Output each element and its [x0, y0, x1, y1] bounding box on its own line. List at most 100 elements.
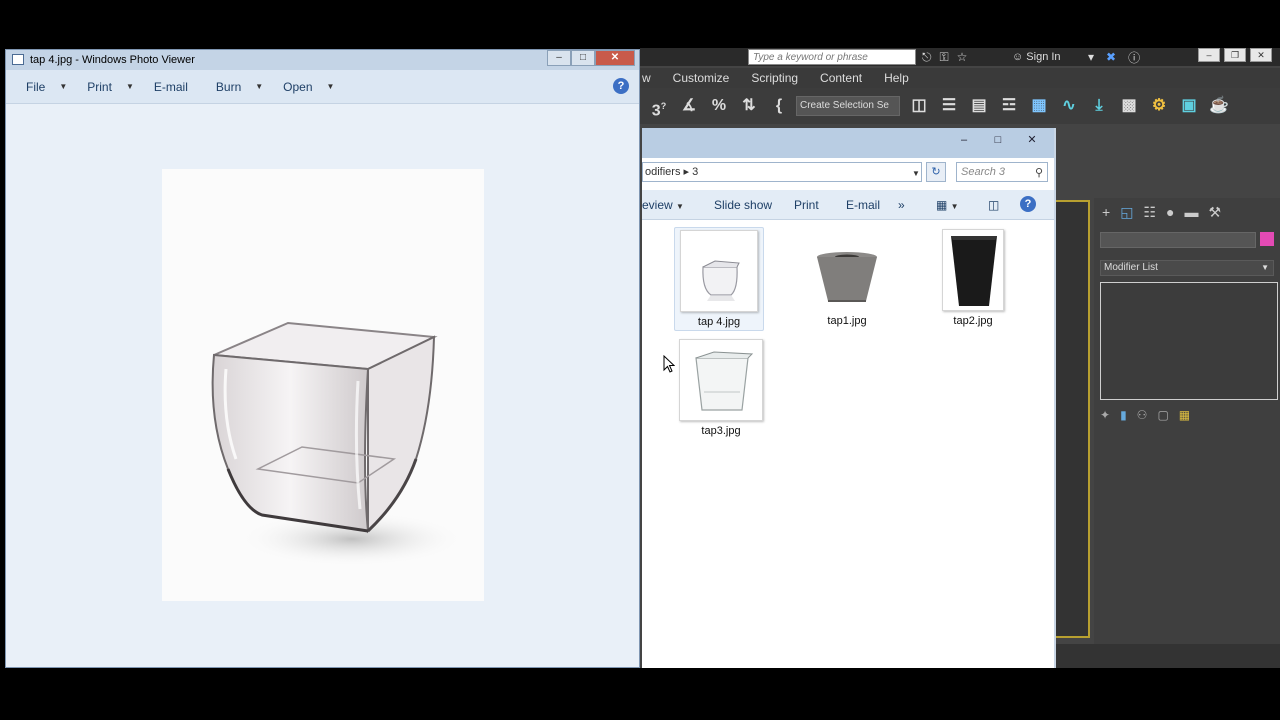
explorer-titlebar[interactable]: – □ ✕	[642, 128, 1054, 158]
preview-button[interactable]: eview ▼	[642, 198, 684, 212]
chevron-down-icon: ▼	[255, 82, 264, 91]
explorer-close-button[interactable]: ✕	[1018, 132, 1046, 148]
photo-viewer-app-icon	[12, 54, 24, 65]
display-tab-icon[interactable]: ▬	[1184, 204, 1198, 220]
refresh-button[interactable]: ↻	[926, 162, 946, 182]
layer-explorer-icon[interactable]: ▤	[968, 95, 990, 117]
binoculars-icon[interactable]: ⎋	[922, 50, 932, 65]
max-minimize-button[interactable]: –	[1198, 48, 1220, 62]
show-end-result-icon[interactable]: ▮	[1120, 408, 1127, 422]
print-button[interactable]: Print	[794, 198, 819, 212]
file-item-tap4[interactable]: tap 4.jpg	[674, 227, 764, 331]
chevron-down-icon[interactable]: ▾	[1088, 50, 1094, 64]
max-viewport[interactable]	[1052, 200, 1090, 638]
thumbnail-glass-vase-clear	[680, 230, 758, 312]
spinner-snap-icon[interactable]: ⇅	[738, 95, 760, 117]
align-icon[interactable]: ☰	[938, 95, 960, 117]
make-unique-icon[interactable]: ⚇	[1137, 408, 1148, 422]
help-icon[interactable]: ⓘ	[1128, 49, 1140, 66]
motion-tab-icon[interactable]: ●	[1166, 204, 1174, 220]
menu-item-scripting[interactable]: Scripting	[751, 71, 798, 85]
mouse-cursor-icon	[663, 355, 675, 373]
photo-viewer-titlebar[interactable]: tap 4.jpg - Windows Photo Viewer – □ ✕	[6, 50, 639, 70]
mirror-icon[interactable]: ◫	[908, 95, 930, 117]
maximize-button[interactable]: □	[571, 50, 595, 66]
help-icon[interactable]: ?	[1020, 196, 1036, 212]
pin-stack-icon[interactable]: ✦	[1100, 408, 1110, 422]
menu-item-help[interactable]: Help	[884, 71, 909, 85]
screen: Type a keyword or phrase ⎋ ⚿ ☆ ☺ Sign In…	[0, 0, 1280, 720]
thumbnail-glass-vase-square	[679, 339, 763, 421]
file-name: tap3.jpg	[701, 425, 741, 437]
thumbnail-black-vase	[942, 229, 1004, 311]
explorer-minimize-button[interactable]: –	[950, 132, 978, 148]
view-options-icon[interactable]: ▦ ▼	[936, 198, 959, 212]
burn-menu[interactable]: Burn ▼	[216, 80, 263, 94]
file-list: tap 4.jpg tap1.jpg tap2.jpg tap3.jpg	[642, 221, 1054, 668]
object-name-field[interactable]	[1100, 232, 1256, 248]
modifier-stack[interactable]	[1100, 282, 1278, 400]
user-icon: ☺	[1012, 51, 1027, 63]
utilities-tab-icon[interactable]: ⚒	[1208, 204, 1221, 221]
file-item-tap3[interactable]: tap3.jpg	[676, 339, 766, 437]
percent-snap-icon[interactable]: %	[708, 95, 730, 117]
file-item-tap2[interactable]: tap2.jpg	[928, 229, 1018, 327]
email-button[interactable]: E-mail	[846, 198, 880, 212]
key-icon[interactable]: ⚿	[940, 50, 949, 65]
photo-viewer-window: tap 4.jpg - Windows Photo Viewer – □ ✕ F…	[5, 49, 640, 668]
photo-viewer-menubar: File ▼ Print ▼ E-mail Burn ▼ Open ▼ ?	[6, 70, 639, 104]
snap-3d-icon[interactable]: 3?	[648, 95, 670, 119]
render-icon[interactable]: ☕	[1208, 95, 1230, 117]
create-tab-icon[interactable]: +	[1102, 204, 1110, 220]
minimize-button[interactable]: –	[547, 50, 571, 66]
print-menu[interactable]: Print ▼	[87, 80, 134, 94]
material-editor-icon[interactable]: ▩	[1118, 95, 1140, 117]
search-icon: ⚲	[1034, 167, 1043, 179]
preview-pane-icon[interactable]: ◫	[988, 198, 999, 212]
remove-modifier-icon[interactable]: ▢	[1157, 408, 1168, 422]
selection-set-dropdown[interactable]: Create Selection Se	[796, 96, 900, 116]
modifier-list-dropdown[interactable]: Modifier List ▼	[1100, 260, 1274, 276]
menu-item-customize[interactable]: Customize	[673, 71, 730, 85]
search-input[interactable]: Search 3 ⚲	[956, 162, 1048, 182]
address-bar[interactable]: odifiers ▸ 3	[642, 162, 922, 182]
exchange-icon[interactable]: ✖	[1106, 50, 1116, 64]
explorer-window: – □ ✕ odifiers ▸ 3 ▼ ↻ Search 3 ⚲ eview ▼…	[642, 128, 1056, 668]
menu-item-partial[interactable]: w	[642, 71, 651, 85]
chevron-down-icon[interactable]: ▼	[912, 169, 920, 178]
curve-editor-icon[interactable]: ∿	[1058, 95, 1080, 117]
edit-named-selection-icon[interactable]: {	[768, 95, 790, 117]
open-menu[interactable]: Open ▼	[283, 80, 334, 94]
max-restore-button[interactable]: ❐	[1224, 48, 1246, 62]
ribbon-icon[interactable]: ▦	[1028, 95, 1050, 117]
angle-snap-icon[interactable]: ∡	[678, 95, 700, 117]
more-commands-button[interactable]: »	[898, 198, 905, 212]
sign-in-link[interactable]: ☺ Sign In	[1012, 49, 1061, 65]
close-button[interactable]: ✕	[595, 50, 635, 66]
file-menu[interactable]: File ▼	[26, 80, 67, 94]
help-icon[interactable]: ?	[613, 78, 629, 94]
hierarchy-tab-icon[interactable]: ☷	[1143, 204, 1156, 221]
layers-icon[interactable]: ☲	[998, 95, 1020, 117]
slideshow-button[interactable]: Slide show	[714, 198, 772, 212]
chevron-down-icon: ▼	[326, 82, 335, 91]
schematic-view-icon[interactable]: ⤓	[1088, 95, 1110, 117]
chevron-down-icon: ▼	[1261, 263, 1269, 272]
displayed-photo-glass-vase	[162, 169, 484, 601]
menu-item-content[interactable]: Content	[820, 71, 862, 85]
chevron-down-icon: ▼	[59, 82, 68, 91]
rendered-frame-icon[interactable]: ▣	[1178, 95, 1200, 117]
modify-tab-icon[interactable]: ◱	[1120, 204, 1133, 221]
star-icon[interactable]: ☆	[957, 50, 968, 64]
max-close-button[interactable]: ✕	[1250, 48, 1272, 62]
email-menu[interactable]: E-mail	[154, 80, 188, 94]
chevron-down-icon: ▼	[676, 202, 684, 211]
render-setup-icon[interactable]: ⚙	[1148, 95, 1170, 117]
max-search-input[interactable]: Type a keyword or phrase	[748, 49, 916, 65]
configure-sets-icon[interactable]: ▦	[1179, 408, 1190, 422]
explorer-maximize-button[interactable]: □	[984, 132, 1012, 148]
file-item-tap1[interactable]: tap1.jpg	[802, 229, 892, 327]
file-name: tap 4.jpg	[697, 316, 741, 328]
object-color-swatch[interactable]	[1260, 232, 1274, 246]
max-titlebar: Type a keyword or phrase ⎋ ⚿ ☆ ☺ Sign In…	[640, 48, 1280, 66]
